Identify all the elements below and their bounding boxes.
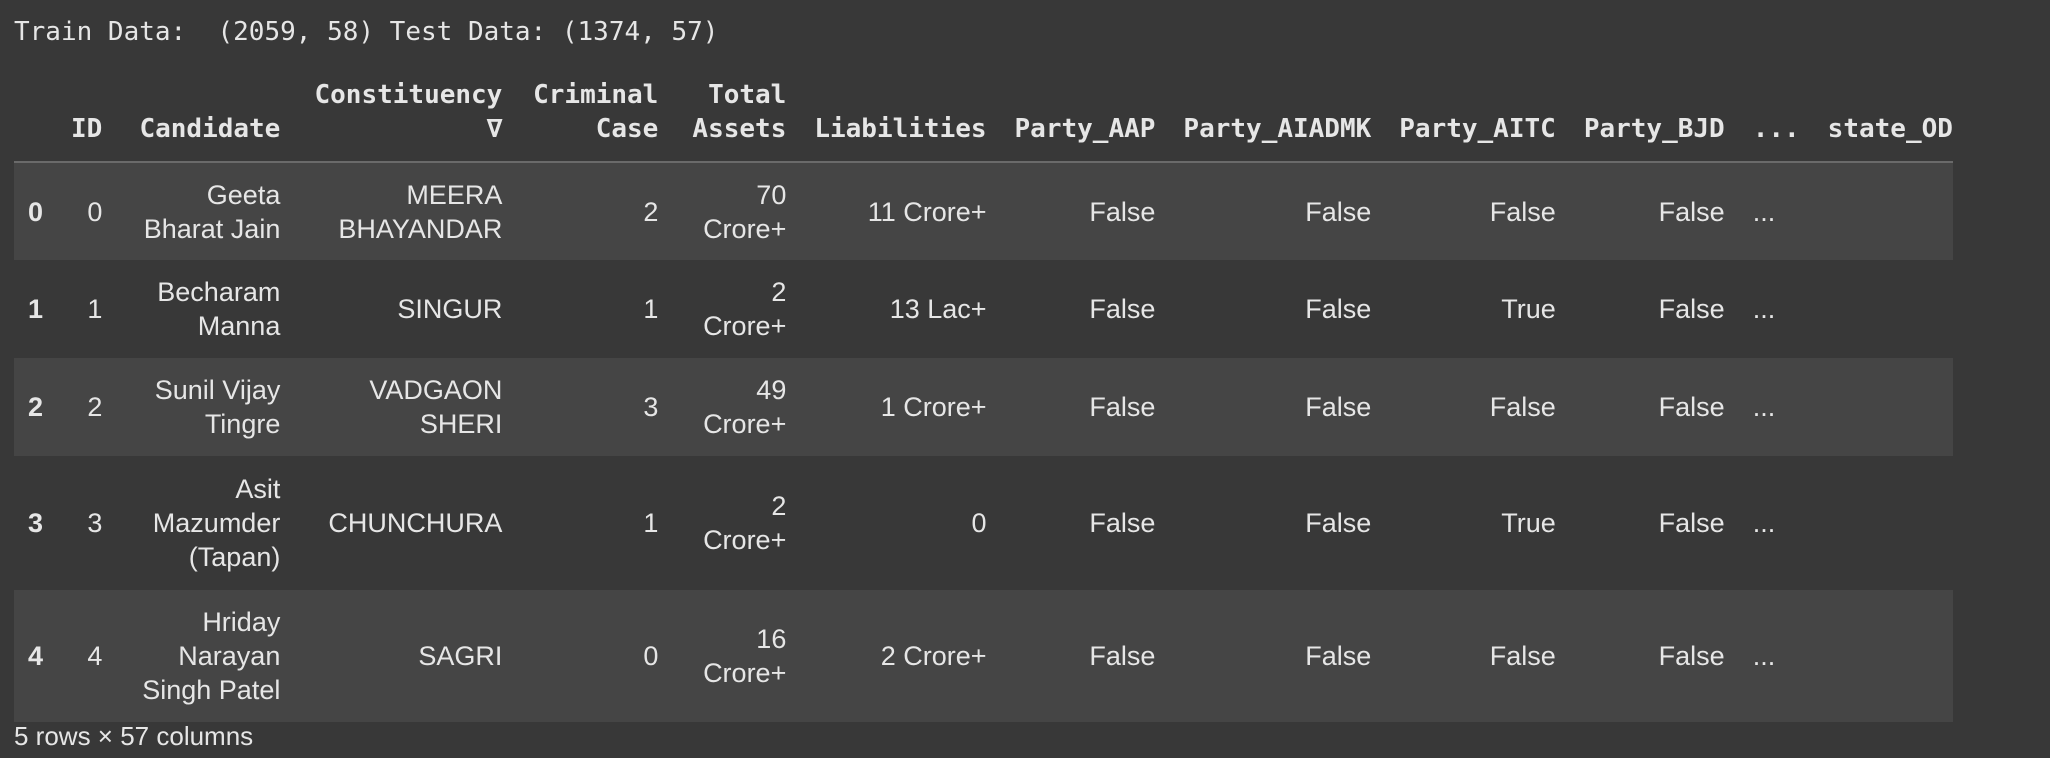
col-header-state-od: state_OD [1813, 64, 1953, 163]
cell-party-aitc: False [1489, 196, 1556, 227]
col-header-id: ID [57, 64, 117, 163]
row-index: 2 [28, 392, 44, 422]
cell-party-bjd: False [1658, 508, 1725, 538]
dataframe-table: ID Candidate Constituency ∇ Criminal Cas… [14, 64, 1953, 722]
cell-ellipsis: ... [1752, 196, 1776, 227]
cell-ellipsis: ... [1752, 294, 1776, 324]
cell-party-aiadmk: False [1305, 196, 1372, 227]
table-row: 1 1 Becharam Manna SINGUR 1 2 Crore+ 13 … [14, 260, 1953, 358]
cell-liabilities: 0 [971, 508, 987, 538]
cell-total-assets: 2 Crore+ [703, 277, 787, 341]
cell-candidate: Asit Mazumder (Tapan) [152, 474, 281, 572]
cell-party-aap: False [1089, 392, 1156, 422]
cell-criminal-case: 0 [643, 641, 659, 671]
cell-id: 1 [87, 294, 103, 324]
cell-constituency: SINGUR [397, 294, 503, 324]
table-row: 3 3 Asit Mazumder (Tapan) CHUNCHURA 1 2 … [14, 456, 1953, 590]
row-index: 0 [28, 196, 44, 227]
col-header-constituency[interactable]: Constituency ∇ [294, 64, 517, 163]
col-header-total-assets: Total Assets [672, 64, 801, 163]
cell-party-bjd: False [1658, 392, 1725, 422]
cell-party-aiadmk: False [1305, 392, 1372, 422]
dataframe-shape-footer: 5 rows × 57 columns [14, 721, 254, 751]
cell-party-aiadmk: False [1305, 508, 1372, 538]
col-header-party-aap: Party_AAP [1000, 64, 1170, 163]
cell-candidate: Becharam Manna [157, 277, 281, 341]
col-header-party-aitc: Party_AITC [1385, 64, 1570, 163]
cell-liabilities: 13 Lac+ [889, 294, 987, 324]
cell-party-aitc: True [1501, 294, 1556, 324]
col-header-criminal-case: Criminal Case [516, 64, 673, 163]
cell-criminal-case: 3 [643, 392, 659, 422]
cell-liabilities: 1 Crore+ [880, 392, 987, 422]
cell-party-aitc: False [1489, 392, 1556, 422]
cell-state-od [1814, 358, 1953, 456]
cell-party-aap: False [1089, 508, 1156, 538]
cell-liabilities: 2 Crore+ [880, 641, 987, 671]
cell-constituency: CHUNCHURA [328, 508, 503, 538]
cell-party-aap: False [1089, 294, 1156, 324]
col-header-ellipsis: ... [1738, 64, 1814, 163]
cell-id: 4 [87, 641, 103, 671]
cell-ellipsis: ... [1752, 392, 1776, 422]
row-index: 3 [28, 508, 44, 538]
cell-criminal-case: 1 [643, 508, 659, 538]
notebook-output: Train Data: (2059, 58) Test Data: (1374,… [0, 0, 2050, 758]
cell-total-assets: 16 Crore+ [703, 624, 787, 688]
cell-criminal-case: 2 [643, 196, 659, 227]
cell-party-aap: False [1089, 641, 1156, 671]
table-row: 2 2 Sunil Vijay Tingre VADGAON SHERI 3 4… [14, 358, 1953, 456]
cell-state-od [1814, 456, 1953, 590]
cell-ellipsis: ... [1752, 641, 1776, 671]
row-index: 1 [28, 294, 44, 324]
cell-state-od [1814, 590, 1953, 722]
col-header-party-bjd: Party_BJD [1569, 64, 1739, 163]
cell-party-aitc: False [1489, 641, 1556, 671]
cell-state-od [1814, 162, 1953, 260]
cell-id: 0 [87, 196, 103, 227]
cell-party-aitc: True [1501, 508, 1556, 538]
cell-party-aiadmk: False [1305, 294, 1372, 324]
col-header-candidate: Candidate [116, 64, 295, 163]
cell-constituency: SAGRI [418, 641, 503, 671]
cell-constituency: VADGAON SHERI [369, 375, 503, 439]
cell-party-aap: False [1089, 196, 1156, 227]
cell-party-bjd: False [1658, 641, 1725, 671]
cell-candidate: Sunil Vijay Tingre [154, 375, 281, 439]
cell-party-aiadmk: False [1305, 641, 1372, 671]
cell-criminal-case: 1 [643, 294, 659, 324]
header-row: ID Candidate Constituency ∇ Criminal Cas… [14, 64, 1953, 163]
cell-party-bjd: False [1658, 196, 1725, 227]
index-header [14, 64, 58, 163]
cell-candidate: Hriday Narayan Singh Patel [142, 607, 281, 705]
table-row: 0 0 Geeta Bharat Jain MEERA BHAYANDAR 2 … [14, 162, 1953, 260]
cell-ellipsis: ... [1752, 508, 1776, 538]
cell-total-assets: 49 Crore+ [703, 375, 787, 439]
cell-candidate: Geeta Bharat Jain [143, 179, 281, 244]
cell-id: 2 [87, 392, 103, 422]
col-header-liabilities: Liabilities [800, 64, 1001, 163]
cell-liabilities: 11 Crore+ [867, 196, 987, 227]
row-index: 4 [28, 641, 44, 671]
cell-party-bjd: False [1658, 294, 1725, 324]
table-row: 4 4 Hriday Narayan Singh Patel SAGRI 0 1… [14, 590, 1953, 722]
cell-constituency: MEERA BHAYANDAR [338, 179, 503, 244]
cell-id: 3 [87, 508, 103, 538]
cell-total-assets: 70 Crore+ [703, 179, 787, 244]
print-output-line: Train Data: (2059, 58) Test Data: (1374,… [14, 17, 719, 47]
cell-total-assets: 2 Crore+ [703, 491, 787, 555]
col-header-party-aiadmk: Party_AIADMK [1169, 64, 1386, 163]
cell-state-od [1814, 260, 1953, 358]
